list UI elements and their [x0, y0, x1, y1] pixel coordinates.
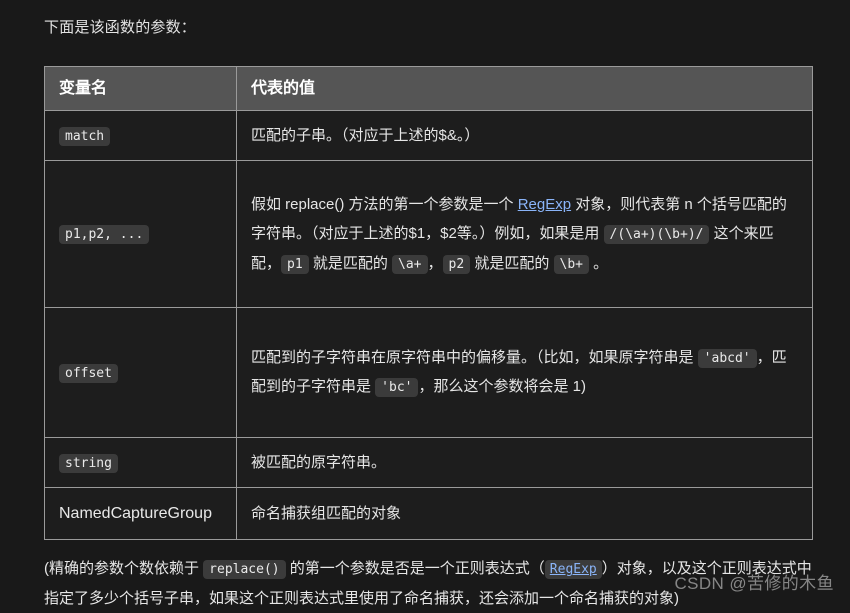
param-value-cell: 假如 replace() 方法的第一个参数是一个 RegExp 对象，则代表第 … — [236, 159, 813, 308]
param-name-cell: match — [44, 109, 237, 161]
table-row: p1,p2, ... 假如 replace() 方法的第一个参数是一个 RegE… — [44, 159, 813, 308]
param-name-code: p1,p2, ... — [59, 225, 150, 245]
param-value-text: 假如 replace() 方法的第一个参数是一个 — [251, 196, 518, 214]
regex-pattern-code: /(\a+)(\b+)/ — [603, 225, 710, 245]
param-value-text: 就是匹配的 — [308, 254, 393, 272]
bc-string-code: 'bc' — [375, 378, 419, 398]
param-name-cell: NamedCaptureGroup — [44, 487, 237, 541]
group-a-code: \a+ — [392, 254, 428, 274]
param-value-text: ， — [427, 254, 443, 272]
column-header-value: 代表的值 — [236, 65, 813, 111]
param-value-text: 匹配到的子字符串在原字符串中的偏移量。（比如，如果原字符串是 — [251, 349, 698, 367]
regexp-link[interactable]: RegExp — [518, 196, 571, 213]
param-name-code: string — [59, 453, 118, 473]
p2-code: p2 — [442, 254, 471, 274]
footnote-paragraph: (精确的参数个数依赖于 replace() 的第一个参数是否是一个正则表达式（ R… — [44, 554, 819, 613]
table-row: string 被匹配的原字符串。 — [44, 436, 813, 489]
param-value-text: 命名捕获组匹配的对象 — [251, 505, 402, 523]
replace-code: replace() — [203, 560, 286, 580]
page-root: 下面是该函数的参数： 变量名 代表的值 match 匹配的子串。（对应于上述的$… — [0, 0, 850, 607]
parameters-table: 变量名 代表的值 match 匹配的子串。（对应于上述的$&。） p1,p2, … — [44, 65, 813, 541]
regexp-link[interactable]: RegExp — [544, 560, 602, 580]
table-body: match 匹配的子串。（对应于上述的$&。） p1,p2, ... 假如 re… — [44, 109, 813, 541]
param-value-cell: 匹配到的子字符串在原字符串中的偏移量。（比如，如果原字符串是 'abcd' ，匹配… — [236, 306, 813, 438]
table-row: NamedCaptureGroup 命名捕获组匹配的对象 — [44, 487, 813, 541]
param-value-cell: 命名捕获组匹配的对象 — [236, 487, 813, 541]
table-row: match 匹配的子串。（对应于上述的$&。） — [44, 109, 813, 161]
group-b-code: \b+ — [553, 254, 589, 274]
param-name-plain: NamedCaptureGroup — [59, 505, 212, 523]
table-row: offset 匹配到的子字符串在原字符串中的偏移量。（比如，如果原字符串是 'a… — [44, 306, 813, 438]
param-value-text: 被匹配的原字符串。 — [251, 453, 387, 471]
table-header: 变量名 代表的值 — [44, 65, 813, 111]
param-name-cell: offset — [44, 306, 237, 438]
param-name-cell: string — [44, 436, 237, 489]
param-value-cell: 被匹配的原字符串。 — [236, 436, 813, 489]
param-value-text: ，那么这个参数将会是 1) — [418, 378, 586, 396]
footnote-text: 的第一个参数是否是一个正则表达式（ — [285, 560, 545, 578]
abcd-string-code: 'abcd' — [697, 349, 757, 369]
table-header-row: 变量名 代表的值 — [44, 65, 813, 111]
param-name-code: offset — [59, 363, 118, 383]
param-value-cell: 匹配的子串。（对应于上述的$&。） — [236, 109, 813, 161]
param-value-text: 就是匹配的 — [470, 254, 554, 272]
column-header-variable-name: 变量名 — [44, 65, 237, 111]
param-value-text: 匹配的子串。（对应于上述的$&。） — [251, 126, 480, 144]
footnote-text: (精确的参数个数依赖于 — [44, 560, 204, 578]
param-name-cell: p1,p2, ... — [44, 159, 237, 308]
p1-code: p1 — [281, 254, 309, 274]
param-name-code: match — [59, 126, 111, 146]
intro-text: 下面是该函数的参数： — [44, 19, 197, 36]
param-value-text: 。 — [589, 254, 609, 272]
